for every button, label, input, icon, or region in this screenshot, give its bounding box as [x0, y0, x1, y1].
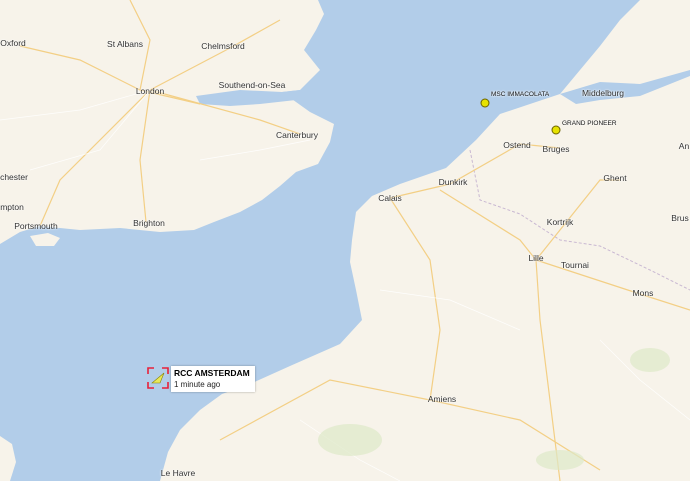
city-label-ostend: Ostend — [503, 140, 531, 150]
vessel-info-popup[interactable]: RCC AMSTERDAM 1 minute ago — [171, 366, 255, 392]
city-label-mpton: mpton — [0, 202, 24, 212]
land-cotentin — [0, 436, 16, 481]
vessel-popup-name: RCC AMSTERDAM — [174, 368, 250, 378]
city-label-dunkirk: Dunkirk — [438, 177, 468, 187]
vessel-arrow-icon — [151, 372, 165, 384]
vessel-label-grand-pioneer: GRAND PIONEER — [562, 120, 617, 127]
city-label-brus: Brus — [671, 213, 689, 223]
city-label-bruges: Bruges — [542, 144, 570, 154]
city-label-canterbury: Canterbury — [275, 130, 319, 140]
land-england — [0, 0, 334, 244]
city-label-kortrijk: Kortrijk — [546, 217, 574, 227]
city-label-lille: Lille — [528, 253, 544, 263]
city-label-brighton: Brighton — [133, 218, 165, 228]
selected-vessel-marker[interactable] — [147, 367, 169, 389]
city-label-an: An — [678, 141, 690, 151]
city-label-tournai: Tournai — [561, 260, 589, 270]
city-label-chester: chester — [0, 172, 28, 182]
map-canvas[interactable]: Oxford St Albans Chelmsford Southend-on-… — [0, 0, 690, 481]
city-label-chelmsford: Chelmsford — [201, 41, 245, 51]
city-label-amiens: Amiens — [427, 394, 457, 404]
city-label-ghent: Ghent — [603, 173, 627, 183]
city-label-oxford: Oxford — [0, 38, 26, 48]
city-label-mons: Mons — [632, 288, 654, 298]
vessel-popup-last-seen: 1 minute ago — [174, 380, 221, 389]
vessel-marker-msc-immacolata[interactable] — [480, 98, 490, 108]
land-isle-of-wight — [30, 233, 60, 246]
city-label-st-albans: St Albans — [107, 39, 143, 49]
city-label-calais: Calais — [378, 193, 402, 203]
city-label-southend-on-sea: Southend-on-Sea — [218, 80, 286, 90]
city-label-le-havre: Le Havre — [160, 468, 196, 478]
city-label-london: London — [135, 86, 165, 96]
map-base-layer — [0, 0, 690, 481]
city-label-portsmouth: Portsmouth — [14, 221, 58, 231]
vessel-marker-grand-pioneer[interactable] — [551, 125, 561, 135]
vessel-label-msc-immacolata: MSC IMMACOLATA — [491, 91, 550, 98]
city-label-middelburg: Middelburg — [581, 88, 625, 98]
